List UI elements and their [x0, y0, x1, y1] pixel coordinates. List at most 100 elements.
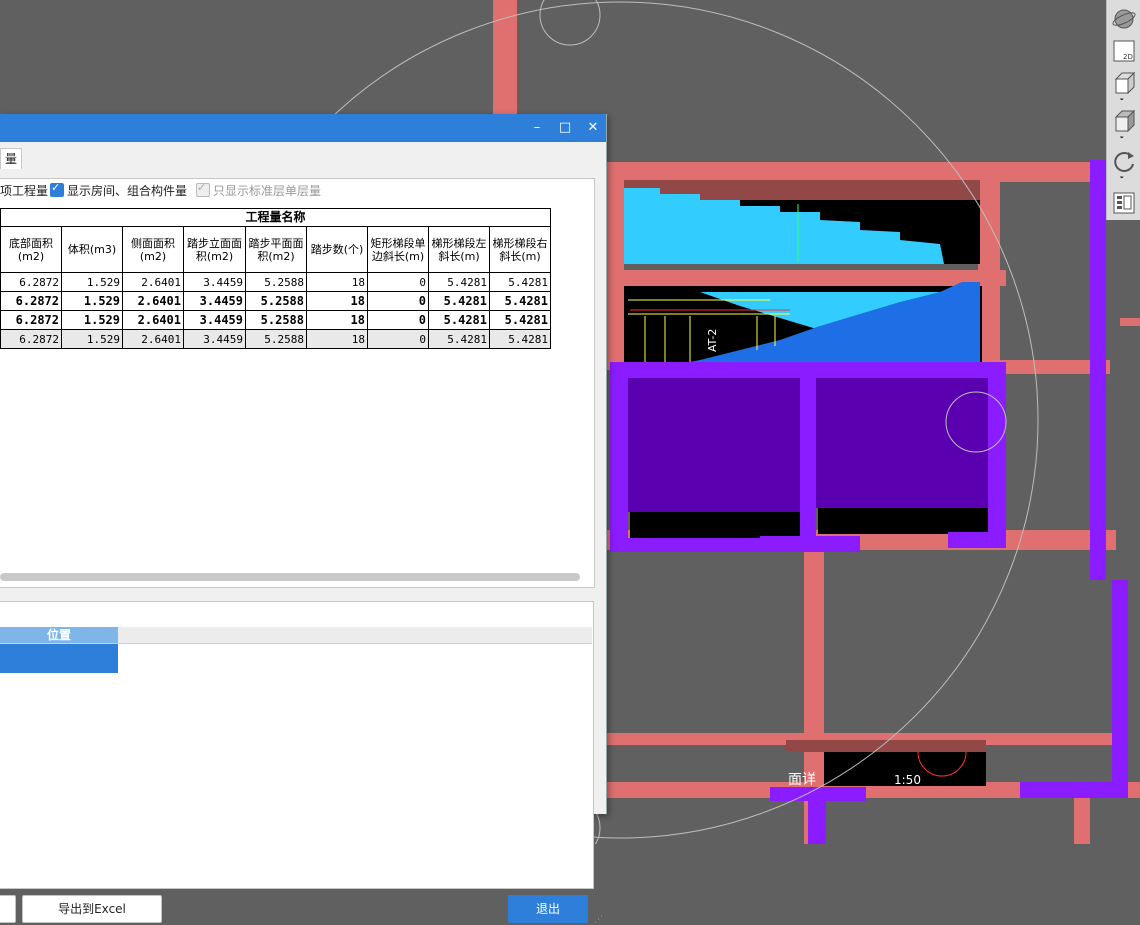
column-header[interactable]: 踏步平面面积(m2) — [245, 226, 307, 273]
checkbox-checked-icon[interactable]: ✓ — [50, 181, 64, 197]
table-cell[interactable]: 5.2588 — [245, 272, 307, 292]
option-show-rooms[interactable]: ✓ 显示房间、组合构件量 — [50, 181, 188, 200]
option-project-quantity-label: 项工程量 — [0, 184, 49, 198]
table-cell[interactable]: 2.6401 — [122, 272, 184, 292]
stair-tag-label: AT-2 — [706, 329, 719, 352]
column-header[interactable]: 梯形梯段右斜长(m) — [489, 226, 551, 273]
table-cell[interactable]: 5.2588 — [245, 291, 307, 311]
column-header[interactable]: 侧面面积(m2) — [122, 226, 184, 273]
table-cell[interactable]: 5.4281 — [489, 310, 551, 330]
table-cell[interactable]: 5.2588 — [245, 329, 307, 349]
horizontal-scrollbar[interactable] — [0, 573, 580, 581]
table-cell[interactable]: 1.529 — [61, 272, 123, 292]
table-cell[interactable]: 5.4281 — [489, 272, 551, 292]
tab-quantity[interactable]: 量 — [0, 148, 23, 169]
partial-button[interactable] — [0, 895, 16, 923]
table-cell[interactable]: 6.2872 — [0, 291, 62, 311]
table-cell[interactable]: 5.4281 — [428, 310, 490, 330]
table-cell[interactable]: 0 — [367, 291, 429, 311]
table-cell[interactable]: 3.4459 — [183, 329, 246, 349]
quantity-group-header: 工程量名称 — [0, 208, 551, 227]
wall — [606, 170, 624, 370]
beam — [808, 800, 826, 844]
column-header[interactable]: 踏步立面面积(m2) — [183, 226, 246, 273]
beam — [1090, 160, 1106, 580]
table-cell[interactable]: 1.529 — [61, 310, 123, 330]
column-header[interactable]: 体积(m3) — [61, 226, 123, 273]
export-excel-button[interactable]: 导出到Excel — [22, 895, 162, 923]
table-cell[interactable]: 18 — [306, 329, 368, 349]
table-cell[interactable]: 1.529 — [61, 291, 123, 311]
maximize-button[interactable]: □ — [554, 118, 576, 138]
table-cell[interactable]: 6.2872 — [0, 329, 62, 349]
option-show-rooms-label: 显示房间、组合构件量 — [67, 184, 188, 198]
room-slab — [628, 378, 800, 512]
table-row[interactable]: 6.2872 1.529 2.6401 3.4459 5.2588 18 0 5… — [0, 272, 551, 292]
dialog-tabstrip: 量 — [0, 142, 606, 169]
option-standard-floor: ✓ 只显示标准层单层量 — [196, 181, 322, 200]
table-row[interactable]: 6.2872 1.529 2.6401 3.4459 5.2588 18 0 5… — [0, 329, 551, 349]
beam — [800, 374, 816, 542]
minimize-button[interactable]: – — [526, 118, 548, 138]
checkbox-disabled-icon: ✓ — [196, 181, 210, 197]
table-row[interactable]: 6.2872 1.529 2.6401 3.4459 5.2588 18 0 5… — [0, 310, 551, 330]
layout-grid-icon[interactable] — [1111, 190, 1137, 216]
view-3d-solid-icon[interactable]: ▾ — [1111, 108, 1137, 142]
table-cell[interactable]: 3.4459 — [183, 272, 246, 292]
option-standard-floor-label: 只显示标准层单层量 — [213, 184, 322, 198]
position-cell-selected[interactable] — [0, 644, 118, 673]
svg-text:▾: ▾ — [1120, 174, 1124, 178]
view-toolbar: 2D ▾ ▾ ▾ — [1106, 0, 1140, 220]
table-cell[interactable]: 6.2872 — [0, 272, 62, 292]
table-cell[interactable]: 18 — [306, 272, 368, 292]
column-header[interactable]: 踏步数(个) — [306, 226, 368, 273]
table-cell[interactable]: 5.4281 — [489, 291, 551, 311]
table-cell[interactable]: 2.6401 — [122, 329, 184, 349]
table-cell[interactable]: 1.529 — [61, 329, 123, 349]
table-cell[interactable]: 18 — [306, 291, 368, 311]
table-cell[interactable]: 18 — [306, 310, 368, 330]
table-cell[interactable]: 5.4281 — [428, 272, 490, 292]
view-2d-icon[interactable]: 2D — [1111, 38, 1137, 64]
text-fragment-label: 面详 — [788, 772, 816, 788]
quantity-dialog: – □ ✕ 量 项工程量 ✓ 显示房间、组合构件量 ✓ 只显示标准层单层量 工程量名… — [0, 114, 607, 925]
wall — [606, 162, 1106, 182]
table-cell[interactable]: 5.4281 — [428, 291, 490, 311]
table-cell[interactable]: 2.6401 — [122, 310, 184, 330]
table-cell[interactable]: 2.6401 — [122, 291, 184, 311]
wall — [1120, 318, 1140, 326]
position-column-header[interactable]: 位置 — [0, 627, 118, 643]
table-cell[interactable]: 5.2588 — [245, 310, 307, 330]
option-project-quantity[interactable]: 项工程量 — [0, 182, 48, 200]
beam — [610, 370, 628, 552]
dialog-titlebar[interactable]: – □ ✕ — [0, 114, 606, 142]
rotate-icon[interactable]: ▾ — [1111, 148, 1137, 182]
column-header[interactable]: 底部面积(m2) — [0, 226, 62, 273]
table-cell[interactable]: 0 — [367, 272, 429, 292]
table-cell[interactable]: 6.2872 — [0, 310, 62, 330]
exit-button[interactable]: 退出 — [508, 895, 588, 923]
view-2d-label: 2D — [1123, 53, 1133, 61]
beam — [1112, 580, 1128, 790]
resize-grip-icon[interactable]: ⋰ — [594, 915, 604, 925]
column-header[interactable]: 梯形梯段左斜长(m) — [428, 226, 490, 273]
scale-label: 1:50 — [894, 773, 921, 787]
table-cell[interactable]: 3.4459 — [183, 291, 246, 311]
beam — [988, 366, 1006, 542]
position-grid-header: 位置 — [0, 627, 592, 644]
table-row[interactable]: 6.2872 1.529 2.6401 3.4459 5.2588 18 0 5… — [0, 291, 551, 311]
table-cell[interactable]: 0 — [367, 329, 429, 349]
table-cell[interactable]: 3.4459 — [183, 310, 246, 330]
svg-text:▾: ▾ — [1120, 96, 1124, 100]
wall — [606, 270, 1006, 286]
wall — [1074, 790, 1090, 844]
beam — [1020, 782, 1128, 798]
table-cell[interactable]: 5.4281 — [428, 329, 490, 349]
table-cell[interactable]: 5.4281 — [489, 329, 551, 349]
view-globe-icon[interactable] — [1111, 6, 1137, 32]
column-header[interactable]: 矩形梯段单边斜长(m) — [367, 226, 429, 273]
beam — [770, 787, 866, 801]
view-3d-box-icon[interactable]: ▾ — [1111, 70, 1137, 104]
close-button[interactable]: ✕ — [582, 118, 604, 138]
table-cell[interactable]: 0 — [367, 310, 429, 330]
